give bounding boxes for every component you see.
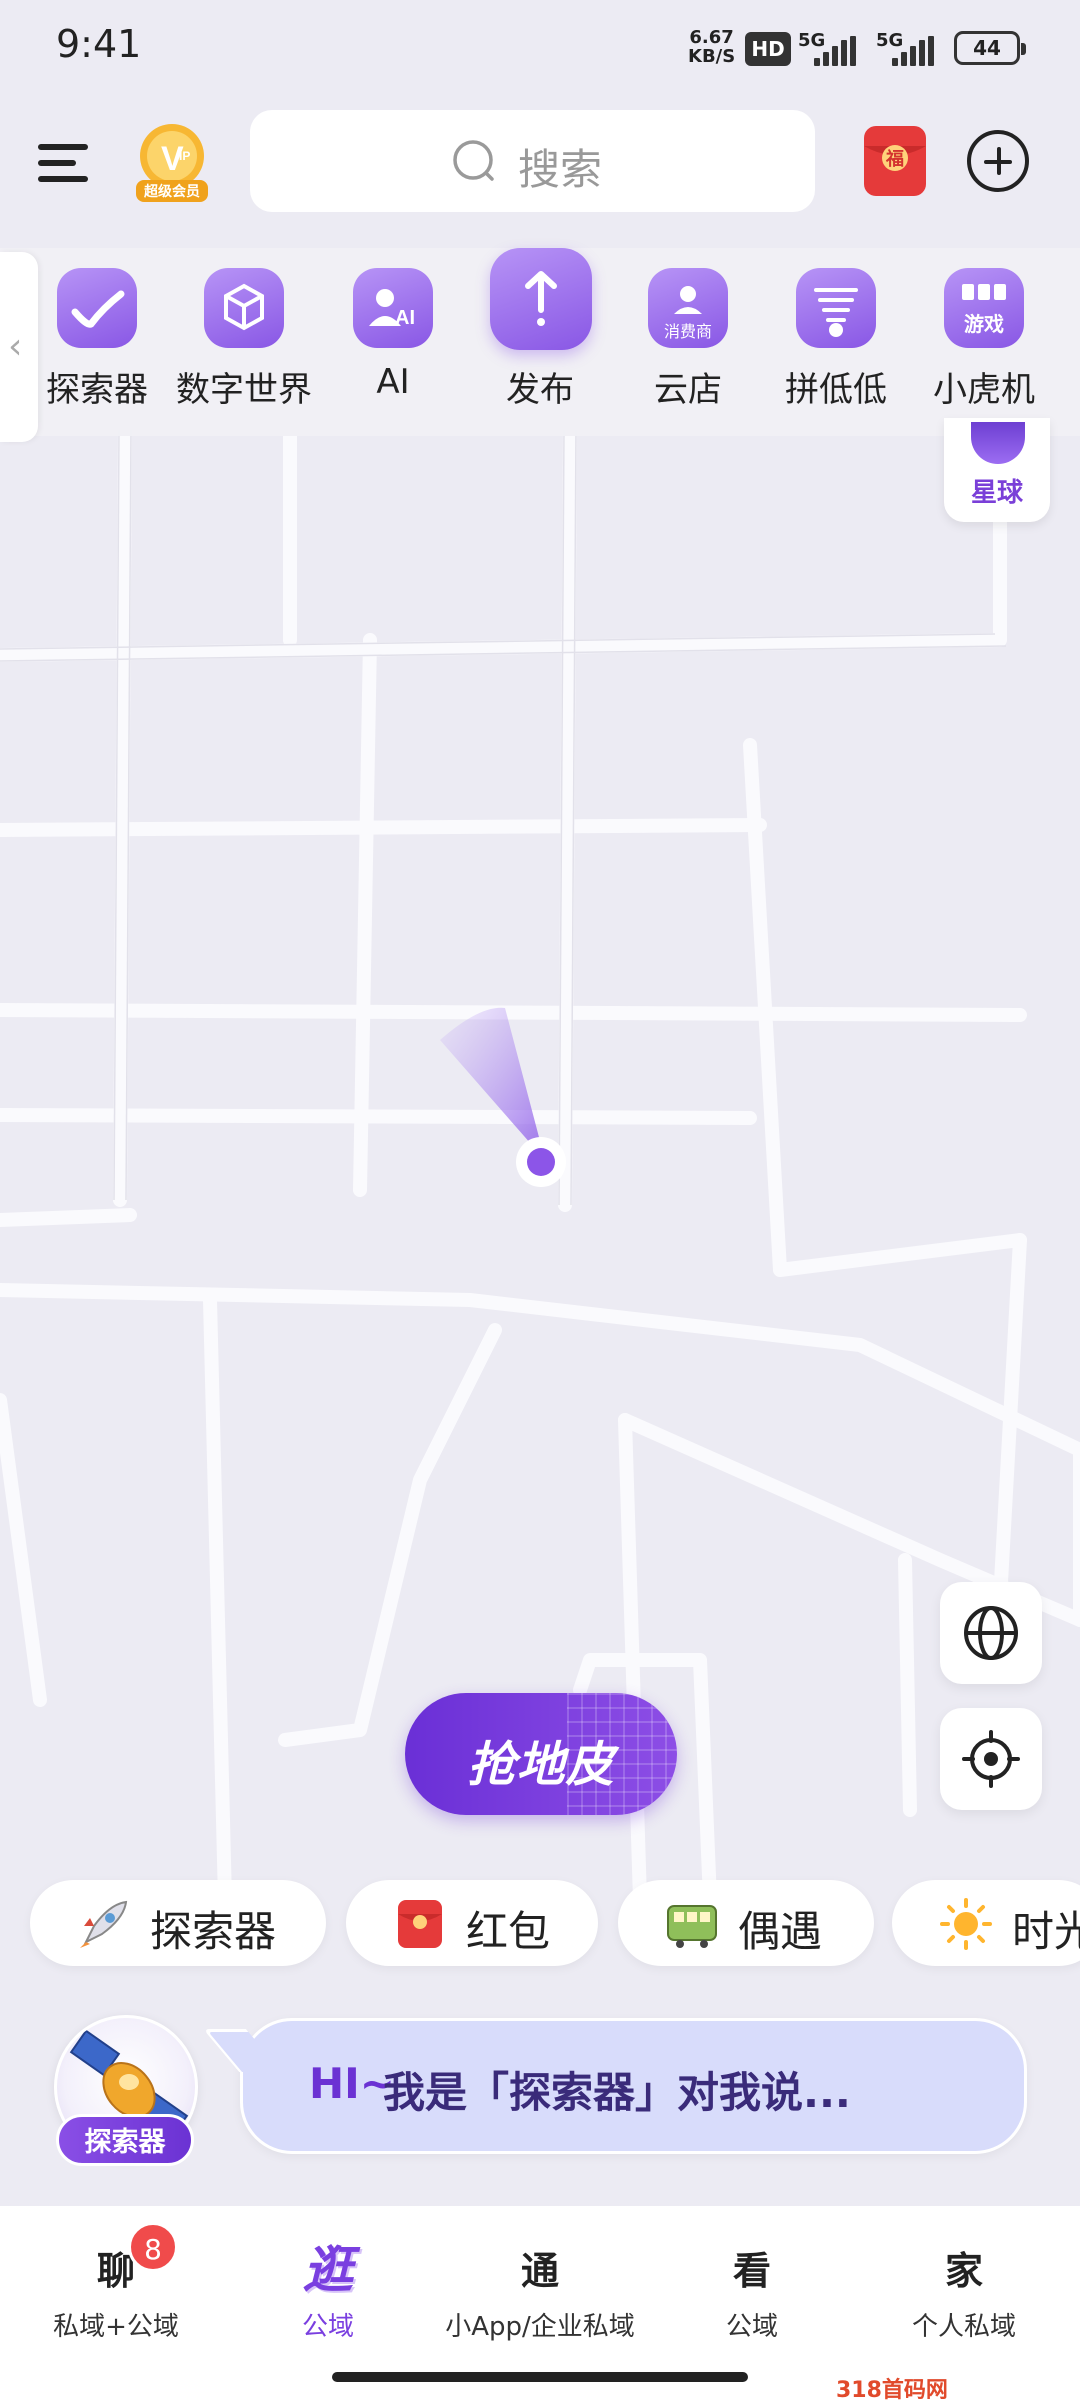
app-publish[interactable]: 发布 xyxy=(466,248,614,418)
hd-voice-icon: HD xyxy=(745,32,791,66)
add-button[interactable] xyxy=(967,130,1029,192)
battery-icon: 44 xyxy=(954,31,1026,65)
network-speed: 6.67 KB/S xyxy=(688,27,736,67)
vip-label: 超级会员 xyxy=(144,184,200,200)
planet-icon xyxy=(971,422,1025,464)
app-tiger-machine[interactable]: 游戏 小虎机 xyxy=(910,268,1058,418)
chip-time[interactable]: 时光 xyxy=(892,1880,1080,1966)
app-ai[interactable]: AI AI xyxy=(319,268,467,418)
coin-tornado-icon xyxy=(796,268,876,348)
nav-browse[interactable]: 逛 公域 xyxy=(220,2230,436,2350)
app-cloud-store[interactable]: 消费商 云店 xyxy=(614,268,762,418)
rocket-icon xyxy=(80,1900,128,1948)
crosshair-icon xyxy=(962,1730,1020,1788)
assistant-name-badge: 探索器 xyxy=(56,2114,194,2166)
tram-icon xyxy=(667,1905,717,1948)
nav-watch[interactable]: 看 公域 xyxy=(644,2230,860,2350)
red-envelope-icon xyxy=(398,1900,442,1948)
cube-icon xyxy=(204,268,284,348)
chip-red-envelope[interactable]: 红包 xyxy=(346,1880,598,1966)
upload-arrow-icon xyxy=(490,248,592,350)
planet-button[interactable]: 星球 xyxy=(944,418,1050,522)
home-indicator[interactable] xyxy=(332,2372,748,2382)
chip-encounter[interactable]: 偶遇 xyxy=(618,1880,874,1966)
sun-icon xyxy=(940,1898,992,1950)
globe-icon xyxy=(964,1606,1018,1660)
unread-badge: 8 xyxy=(128,2222,178,2272)
signal-bars-icon xyxy=(814,36,856,66)
search-icon xyxy=(453,140,494,181)
assistant-chat-bubble[interactable]: HI~ 我是「探索器」对我说... xyxy=(240,2018,1027,2154)
checkmark-icon xyxy=(57,268,137,348)
svg-text:福: 福 xyxy=(885,148,904,170)
status-time: 9:41 xyxy=(56,22,142,66)
nav-connect[interactable]: 通 小App/企业私域 xyxy=(432,2230,648,2350)
grab-land-button[interactable]: 抢地皮 xyxy=(405,1693,677,1815)
signal-bars-icon xyxy=(892,36,934,66)
consumer-icon: 消费商 xyxy=(648,268,728,348)
app-pinddd[interactable]: 拼低低 xyxy=(762,268,910,418)
status-bar: 9:41 6.67 KB/S HD 5G 5G 44 xyxy=(0,0,1080,100)
chip-explorer[interactable]: 探索器 xyxy=(30,1880,326,1966)
locate-button[interactable] xyxy=(940,1708,1042,1810)
arcade-icon: 游戏 xyxy=(944,268,1024,348)
greeting-text: 我是「探索器」对我说... xyxy=(383,2068,851,2117)
svg-text:IP: IP xyxy=(179,149,190,163)
vip-badge[interactable]: V IP 超级会员 xyxy=(134,120,210,204)
ai-person-icon: AI xyxy=(353,268,433,348)
search-placeholder: 搜索 xyxy=(518,145,603,194)
nav-home[interactable]: 家 个人私域 xyxy=(856,2230,1072,2350)
app-digital-world[interactable]: 数字世界 xyxy=(170,268,318,418)
search-input[interactable]: 搜索 xyxy=(250,110,815,212)
menu-icon[interactable] xyxy=(34,130,94,190)
hongbao-icon[interactable]: 福 xyxy=(862,124,928,198)
nav-chat[interactable]: 聊 8 私域+公域 xyxy=(8,2222,224,2350)
watermark: 318首码网 www.e318.com xyxy=(830,2370,1080,2400)
app-explorer[interactable]: 探索器 xyxy=(23,268,171,418)
globe-button[interactable] xyxy=(940,1582,1042,1684)
chevron-left-icon: ‹ xyxy=(8,326,23,367)
svg-text:AI: AI xyxy=(395,307,415,329)
